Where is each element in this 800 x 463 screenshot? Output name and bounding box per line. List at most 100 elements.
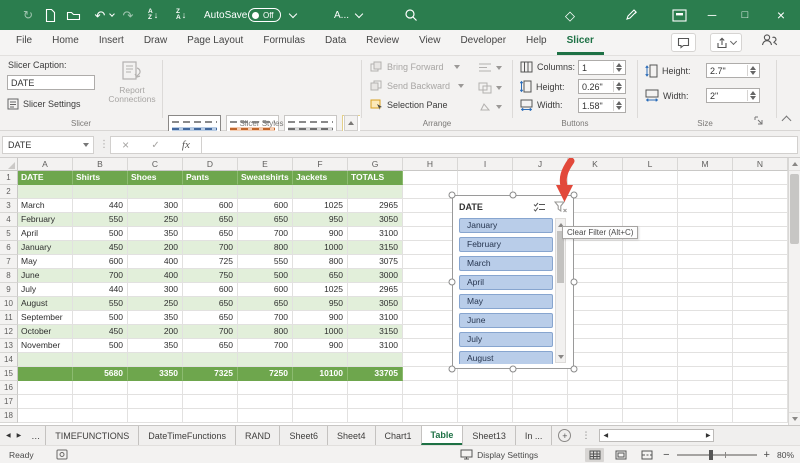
- cell-L18[interactable]: [623, 409, 678, 423]
- display-settings-button[interactable]: Display Settings: [460, 449, 538, 460]
- cell-E18[interactable]: [238, 409, 293, 423]
- button-height-spinner[interactable]: [613, 81, 624, 92]
- normal-view-button[interactable]: [585, 448, 604, 462]
- cell-N9[interactable]: [733, 283, 788, 297]
- cell-G3[interactable]: 2965: [348, 199, 403, 213]
- cell-F10[interactable]: 950: [293, 297, 348, 311]
- cell-E17[interactable]: [238, 395, 293, 409]
- cell-K10[interactable]: [568, 297, 623, 311]
- cell-K17[interactable]: [568, 395, 623, 409]
- undo-chevron-icon[interactable]: [109, 11, 115, 17]
- sort-za-button[interactable]: ZA↓: [176, 0, 186, 30]
- name-box[interactable]: DATE: [2, 136, 94, 154]
- cell-H12[interactable]: [403, 325, 458, 339]
- cell-F14[interactable]: [293, 353, 348, 367]
- cell-M1[interactable]: [678, 171, 733, 185]
- cell-D15[interactable]: 7325: [183, 367, 238, 381]
- close-button[interactable]: ×: [773, 7, 789, 23]
- cell-F6[interactable]: 1000: [293, 241, 348, 255]
- cell-H17[interactable]: [403, 395, 458, 409]
- cell-N11[interactable]: [733, 311, 788, 325]
- cell-M17[interactable]: [678, 395, 733, 409]
- cell-N10[interactable]: [733, 297, 788, 311]
- row-header-17[interactable]: 17: [0, 395, 18, 409]
- cell-E11[interactable]: 700: [238, 311, 293, 325]
- cell-C8[interactable]: 400: [128, 269, 183, 283]
- cell-C9[interactable]: 300: [128, 283, 183, 297]
- slicer-settings-button[interactable]: Slicer Settings: [7, 98, 81, 110]
- row-header-12[interactable]: 12: [0, 325, 18, 339]
- share-button[interactable]: [710, 33, 742, 52]
- row-header-7[interactable]: 7: [0, 255, 18, 269]
- zoom-in-button[interactable]: +: [764, 449, 770, 461]
- cell-L4[interactable]: [623, 213, 678, 227]
- cell-C18[interactable]: [128, 409, 183, 423]
- vertical-scroll-thumb[interactable]: [790, 174, 799, 244]
- cell-E14[interactable]: [238, 353, 293, 367]
- cell-K16[interactable]: [568, 381, 623, 395]
- cell-A18[interactable]: [18, 409, 73, 423]
- cell-N17[interactable]: [733, 395, 788, 409]
- cell-B3[interactable]: 440: [73, 199, 128, 213]
- cell-B1[interactable]: Shirts: [73, 171, 128, 185]
- tab-review[interactable]: Review: [356, 29, 409, 55]
- quick-access-overflow-icon[interactable]: [289, 9, 297, 17]
- cell-L10[interactable]: [623, 297, 678, 311]
- date-slicer[interactable]: DATE JanuaryFebruaryMarchAprilMayJuneJul…: [452, 195, 574, 369]
- page-layout-view-button[interactable]: [611, 448, 630, 462]
- cell-G7[interactable]: 3075: [348, 255, 403, 269]
- cell-C14[interactable]: [128, 353, 183, 367]
- cell-E13[interactable]: 700: [238, 339, 293, 353]
- tab-bar-more-icon[interactable]: ⋮: [577, 430, 594, 441]
- cell-N6[interactable]: [733, 241, 788, 255]
- cell-E2[interactable]: [238, 185, 293, 199]
- cell-F15[interactable]: 10100: [293, 367, 348, 381]
- cell-C10[interactable]: 250: [128, 297, 183, 311]
- size-width-input[interactable]: 2": [706, 88, 760, 103]
- cell-D9[interactable]: 600: [183, 283, 238, 297]
- cell-I15[interactable]: [458, 367, 513, 381]
- maximize-button[interactable]: □: [737, 7, 753, 23]
- cell-K6[interactable]: [568, 241, 623, 255]
- cell-C6[interactable]: 200: [128, 241, 183, 255]
- row-header-11[interactable]: 11: [0, 311, 18, 325]
- cell-H18[interactable]: [403, 409, 458, 423]
- cell-G10[interactable]: 3050: [348, 297, 403, 311]
- column-header-B[interactable]: B: [73, 158, 128, 171]
- cell-E9[interactable]: 600: [238, 283, 293, 297]
- cell-C11[interactable]: 350: [128, 311, 183, 325]
- sheet-tab-sheet6[interactable]: Sheet6: [279, 426, 327, 445]
- multi-select-icon[interactable]: [533, 202, 546, 212]
- size-dialog-launcher[interactable]: [754, 116, 763, 125]
- resize-handle[interactable]: [449, 366, 456, 373]
- cell-A9[interactable]: July: [18, 283, 73, 297]
- cell-D10[interactable]: 650: [183, 297, 238, 311]
- cell-H3[interactable]: [403, 199, 458, 213]
- cell-F5[interactable]: 900: [293, 227, 348, 241]
- cell-A12[interactable]: October: [18, 325, 73, 339]
- cell-L15[interactable]: [623, 367, 678, 381]
- cell-B13[interactable]: 500: [73, 339, 128, 353]
- sheet-tab-sheet13[interactable]: Sheet13: [462, 426, 515, 445]
- select-all-corner[interactable]: [0, 158, 18, 171]
- cell-K18[interactable]: [568, 409, 623, 423]
- cell-F18[interactable]: [293, 409, 348, 423]
- insert-function-button[interactable]: fx: [182, 139, 190, 151]
- cell-H5[interactable]: [403, 227, 458, 241]
- hscroll-right-icon[interactable]: ▶: [706, 432, 711, 439]
- cell-I16[interactable]: [458, 381, 513, 395]
- cell-L14[interactable]: [623, 353, 678, 367]
- cell-N15[interactable]: [733, 367, 788, 381]
- resize-handle[interactable]: [449, 192, 456, 199]
- cell-L13[interactable]: [623, 339, 678, 353]
- formula-input[interactable]: [202, 136, 798, 154]
- cell-N7[interactable]: [733, 255, 788, 269]
- cell-L1[interactable]: [623, 171, 678, 185]
- cell-M6[interactable]: [678, 241, 733, 255]
- page-break-view-button[interactable]: [637, 448, 656, 462]
- column-header-D[interactable]: D: [183, 158, 238, 171]
- cell-C5[interactable]: 350: [128, 227, 183, 241]
- hscroll-left-icon[interactable]: ◀: [603, 432, 608, 439]
- editing-pen-icon[interactable]: [624, 0, 638, 30]
- cell-N8[interactable]: [733, 269, 788, 283]
